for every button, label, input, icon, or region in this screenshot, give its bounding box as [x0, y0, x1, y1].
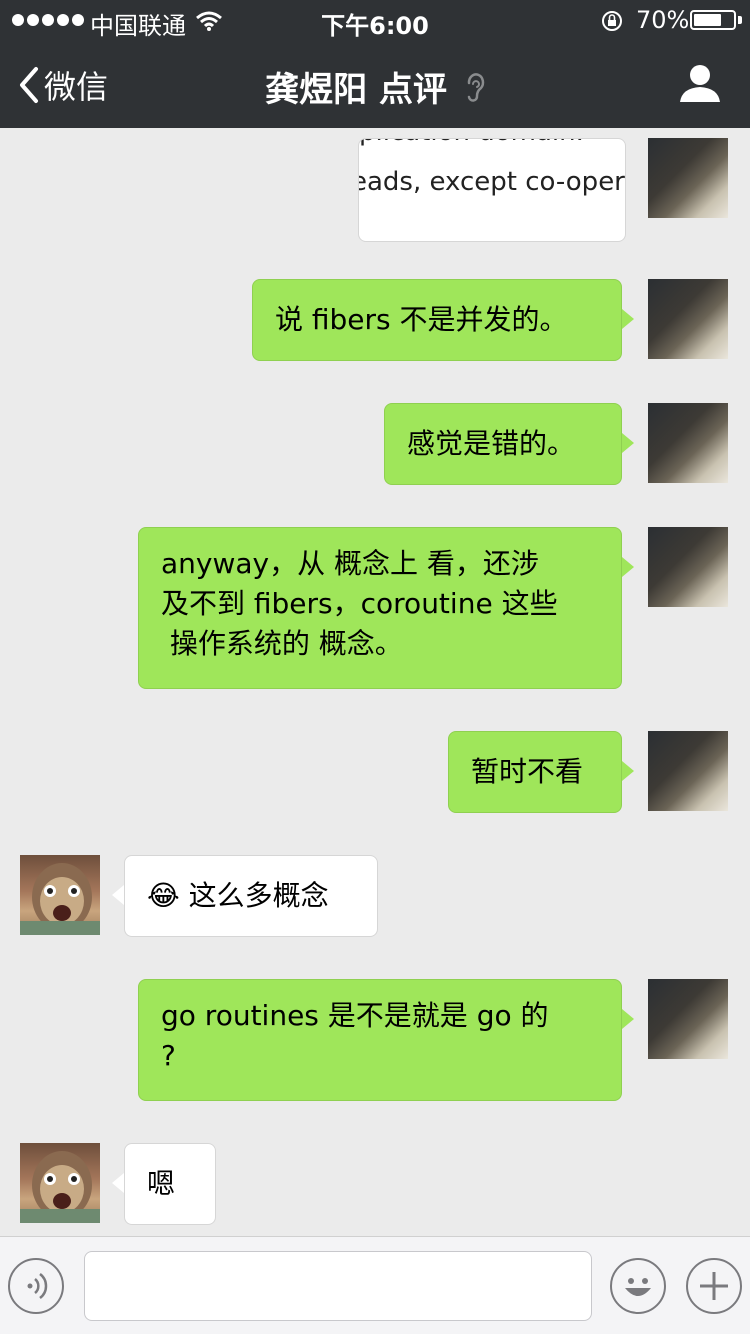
emoji-icon: 😂 [147, 879, 180, 912]
message-bubble[interactable]: go routines 是不是就是 go 的 ? [138, 979, 622, 1101]
bubble-tail [112, 885, 124, 905]
message-text-line: anyway，从 概念上 看，还涉 [161, 547, 539, 580]
chat-profile-button[interactable] [678, 64, 722, 108]
ear-icon [465, 71, 485, 112]
bubble-tail [622, 557, 634, 577]
voice-icon [27, 1273, 48, 1299]
input-bar [0, 1236, 750, 1334]
message-bubble[interactable]: 感觉是错的。 [384, 403, 622, 485]
message-text: 暂时不看 [471, 755, 584, 788]
message-text-line: go routines 是不是就是 go 的 [161, 999, 549, 1032]
avatar[interactable] [648, 979, 728, 1059]
top-bar: 中国联通 下午6:00 70% 微信 龚煜阳 点评 [0, 0, 750, 128]
partial-message-line-1: plication domain. [359, 139, 584, 147]
battery-icon [690, 10, 736, 30]
message-text: 嗯 [147, 1167, 176, 1200]
message-bubble[interactable]: 😂 这么多概念 [124, 855, 378, 937]
more-options-button[interactable] [686, 1258, 742, 1314]
message-text: 这么多概念 [188, 879, 329, 912]
bubble-tail [622, 1009, 634, 1029]
message-text: 说 fibers 不是并发的。 [275, 303, 568, 336]
bubble-tail [622, 433, 634, 453]
chat-title-text: 龚煜阳 点评 [265, 70, 447, 110]
avatar[interactable] [648, 731, 728, 811]
message-bubble[interactable]: 说 fibers 不是并发的。 [252, 279, 622, 361]
battery-percent: 70% [636, 6, 690, 34]
sloth-avatar-image [20, 863, 100, 935]
partial-message-line-2: eads, except co-opera [358, 167, 626, 197]
avatar[interactable] [648, 527, 728, 607]
plus-icon [700, 1272, 728, 1300]
message-text-line: 及不到 fibers，coroutine 这些 [161, 587, 558, 620]
chat-title: 龚煜阳 点评 [0, 62, 750, 112]
status-bar: 中国联通 下午6:00 70% [0, 0, 750, 40]
bubble-tail [622, 309, 634, 329]
message-input[interactable] [84, 1251, 592, 1321]
avatar[interactable] [648, 279, 728, 359]
bubble-tail [622, 761, 634, 781]
message-text-line: ? [161, 1039, 176, 1072]
emoji-button[interactable] [610, 1258, 666, 1314]
smiley-icon [625, 1278, 651, 1296]
avatar[interactable] [648, 403, 728, 483]
avatar[interactable] [20, 855, 100, 935]
battery-cap [738, 16, 742, 24]
message-text: 感觉是错的。 [407, 427, 576, 460]
sloth-avatar-image [20, 1151, 100, 1223]
message-bubble[interactable]: anyway，从 概念上 看，还涉 及不到 fibers，coroutine 这… [138, 527, 622, 689]
message-bubble[interactable]: 暂时不看 [448, 731, 622, 813]
avatar[interactable] [20, 1143, 100, 1223]
message-bubble[interactable]: 嗯 [124, 1143, 216, 1225]
battery-level-fill [694, 14, 721, 26]
person-icon [680, 65, 720, 102]
bubble-tail [112, 1173, 124, 1193]
message-text-line: 操作系统的 概念。 [161, 627, 403, 660]
voice-input-button[interactable] [8, 1258, 64, 1314]
partial-message-bubble[interactable]: plication domain. eads, except co-opera [358, 138, 626, 242]
orientation-lock-icon [600, 9, 624, 39]
avatar[interactable] [648, 138, 728, 218]
